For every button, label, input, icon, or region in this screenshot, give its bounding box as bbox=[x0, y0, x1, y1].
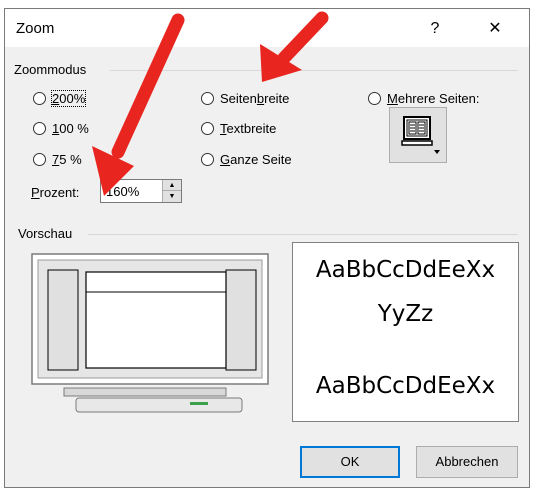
arrow-to-seitenbreite bbox=[260, 11, 329, 82]
annotation-arrows bbox=[92, 11, 329, 196]
arrow-to-zoom-options bbox=[92, 13, 185, 196]
